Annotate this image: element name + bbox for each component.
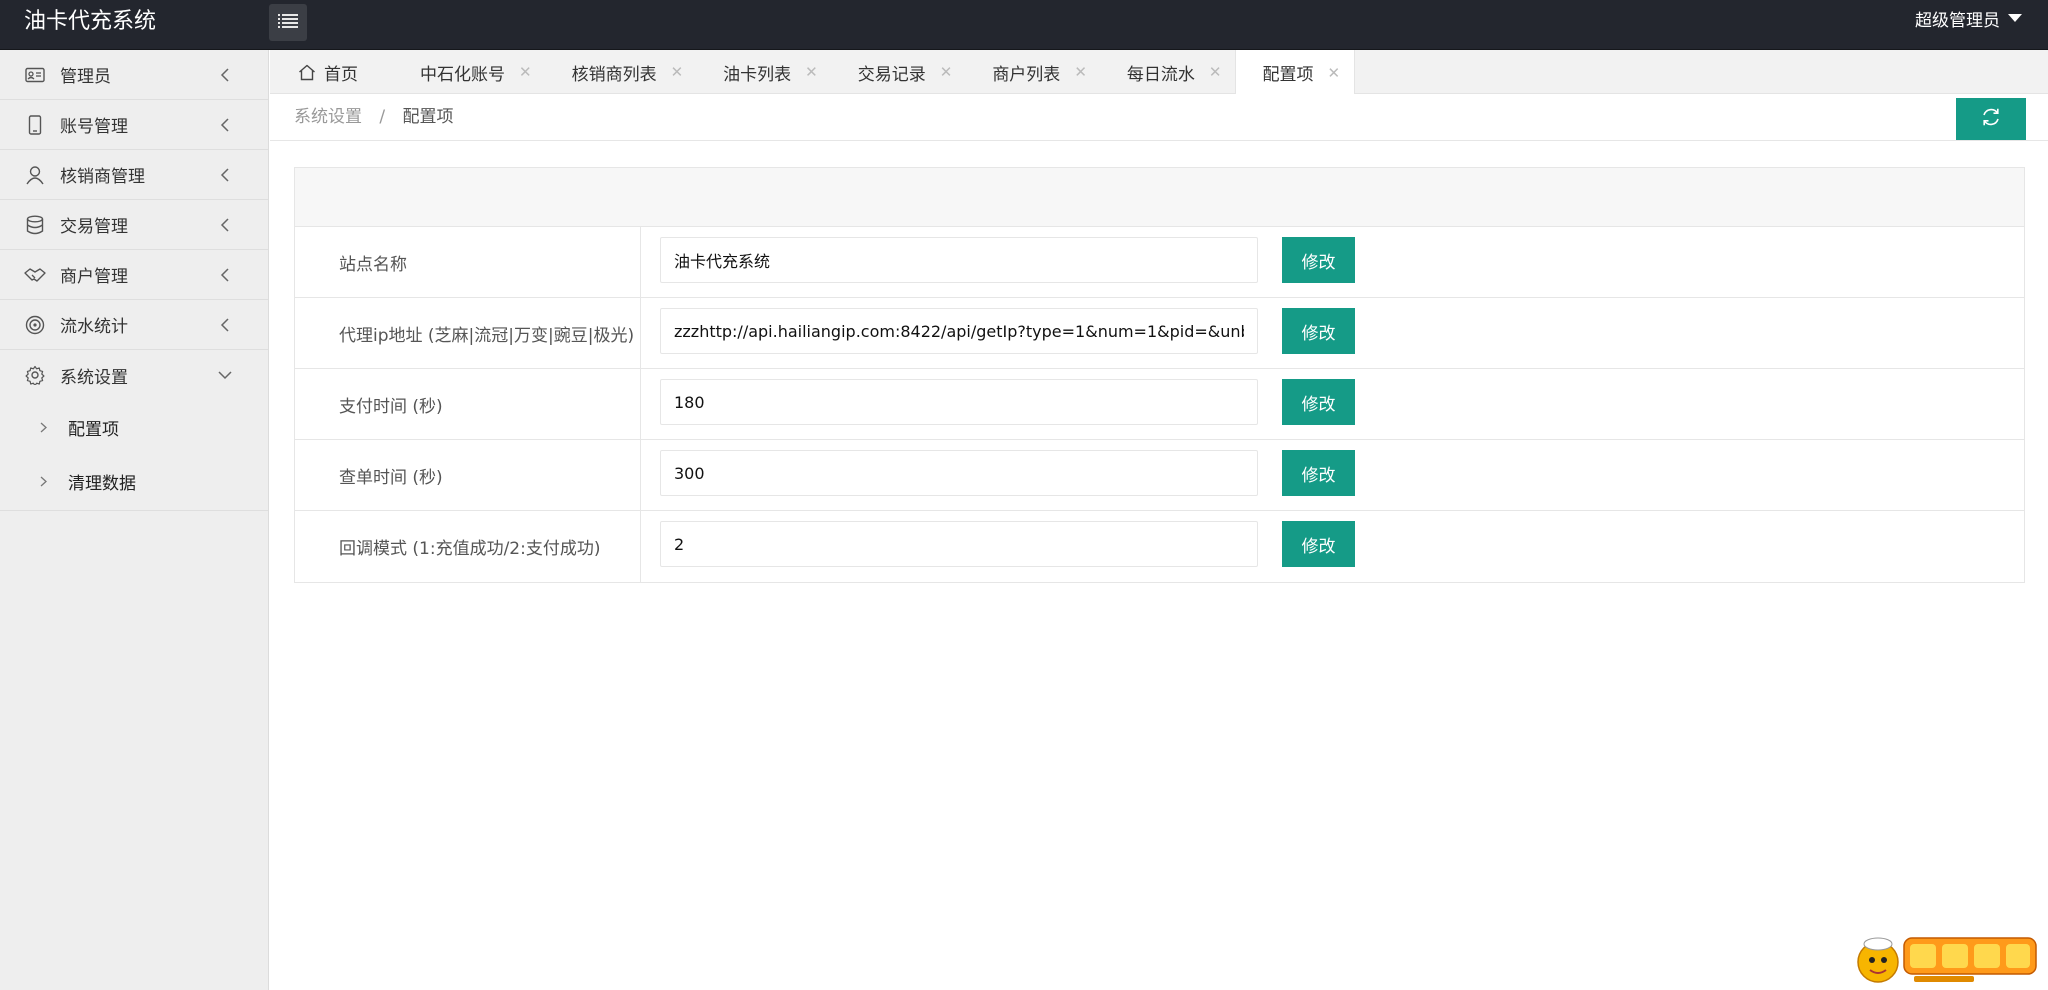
tab-sinopec-accounts[interactable]: 中石化账号 ✕: [394, 50, 546, 94]
menu-toggle-button[interactable]: [269, 4, 307, 41]
tab-fuel-card-list[interactable]: 油卡列表 ✕: [697, 50, 832, 94]
breadcrumb: 系统设置 / 配置项: [294, 94, 454, 141]
gear-icon: [24, 364, 46, 386]
edit-query-time-button[interactable]: 修改: [1282, 450, 1355, 496]
close-icon[interactable]: ✕: [805, 63, 818, 81]
config-label: 查单时间 (秒): [295, 440, 641, 510]
close-icon[interactable]: ✕: [671, 63, 684, 81]
watermark-logo: [1852, 930, 2042, 986]
breadcrumb-parent[interactable]: 系统设置: [294, 107, 362, 127]
sidebar-subitem-label: 配置项: [68, 419, 119, 440]
breadcrumb-current: 配置项: [402, 107, 454, 127]
tab-label: 核销商列表: [571, 64, 657, 85]
close-icon[interactable]: ✕: [1209, 63, 1222, 81]
config-label: 代理ip地址 (芝麻|流冠|万变|豌豆|极光): [295, 298, 641, 368]
config-table: 站点名称 修改 代理ip地址 (芝麻|流冠|万变|豌豆|极光) 修改 支付时间 …: [294, 167, 2025, 583]
sidebar-subitem-label: 清理数据: [68, 473, 136, 494]
chevron-left-icon: [218, 317, 232, 332]
tab-label: 油卡列表: [723, 64, 792, 85]
close-icon[interactable]: ✕: [519, 63, 532, 81]
config-label: 回调模式 (1:充值成功/2:支付成功): [295, 511, 641, 582]
sidebar-subitem-clear-data[interactable]: 清理数据: [0, 454, 268, 508]
tab-label: 交易记录: [857, 64, 926, 85]
config-label: 支付时间 (秒): [295, 369, 641, 439]
tab-home[interactable]: 首页: [270, 50, 394, 94]
phone-icon: [24, 114, 46, 136]
chevron-left-icon: [218, 67, 232, 82]
app-title: 油卡代充系统: [24, 9, 157, 34]
config-table-header: [295, 168, 2024, 227]
site-name-input[interactable]: [660, 237, 1258, 283]
chevron-right-icon: [40, 476, 50, 487]
sidebar-item-admin[interactable]: 管理员: [0, 50, 268, 100]
sidebar-item-label: 商户管理: [60, 267, 128, 287]
sidebar-item-statistics[interactable]: 流水统计: [0, 300, 268, 350]
pay-time-input[interactable]: [660, 379, 1258, 425]
chevron-down-icon: [218, 368, 232, 382]
config-row-callback-mode: 回调模式 (1:充值成功/2:支付成功) 修改: [295, 511, 2024, 582]
tab-label: 每日流水: [1126, 64, 1195, 85]
close-icon[interactable]: ✕: [940, 63, 953, 81]
config-row-query-time: 查单时间 (秒) 修改: [295, 440, 2024, 511]
config-row-proxy-ip: 代理ip地址 (芝麻|流冠|万变|豌豆|极光) 修改: [295, 298, 2024, 369]
settings-submenu: 配置项 清理数据: [0, 400, 268, 511]
handshake-icon: [24, 264, 46, 286]
edit-proxy-ip-button[interactable]: 修改: [1282, 308, 1355, 354]
sidebar-item-accounts[interactable]: 账号管理: [0, 100, 268, 150]
tab-label: 配置项: [1262, 65, 1314, 85]
sidebar-item-label: 系统设置: [60, 367, 128, 388]
callback-mode-input[interactable]: [660, 521, 1258, 567]
tab-label: 中石化账号: [420, 64, 505, 85]
sidebar-item-label: 管理员: [60, 67, 111, 87]
home-icon: [298, 64, 316, 81]
breadcrumb-bar: 系统设置 / 配置项: [270, 94, 2048, 141]
tab-verifier-list[interactable]: 核销商列表 ✕: [546, 50, 698, 94]
sidebar: 管理员 账号管理 核销商管理 交易管理 商户管理 流水统计 系统设置 配置项 清…: [0, 50, 269, 990]
user-menu[interactable]: 超级管理员: [1915, 0, 2022, 42]
edit-pay-time-button[interactable]: 修改: [1282, 379, 1355, 425]
config-row-site-name: 站点名称 修改: [295, 227, 2024, 298]
chevron-left-icon: [218, 217, 232, 232]
sidebar-item-transactions[interactable]: 交易管理: [0, 200, 268, 250]
config-label: 站点名称: [295, 227, 641, 297]
list-icon: [278, 13, 298, 33]
target-icon: [24, 314, 46, 336]
tab-config[interactable]: 配置项 ✕: [1235, 50, 1356, 95]
caret-down-icon: [2008, 14, 2022, 22]
tab-merchant-list[interactable]: 商户列表 ✕: [966, 50, 1101, 94]
sidebar-item-system-settings[interactable]: 系统设置: [0, 350, 268, 400]
chevron-right-icon: [40, 422, 50, 433]
chevron-left-icon: [218, 117, 232, 132]
tab-transaction-records[interactable]: 交易记录 ✕: [832, 50, 967, 94]
chevron-left-icon: [218, 267, 232, 282]
edit-site-name-button[interactable]: 修改: [1282, 237, 1355, 283]
edit-callback-mode-button[interactable]: 修改: [1282, 521, 1355, 567]
chevron-left-icon: [218, 167, 232, 182]
user-name: 超级管理员: [1915, 11, 2000, 31]
close-icon[interactable]: ✕: [1327, 64, 1340, 82]
proxy-ip-input[interactable]: [660, 308, 1258, 354]
tab-daily-flow[interactable]: 每日流水 ✕: [1101, 50, 1236, 94]
sidebar-item-label: 核销商管理: [60, 167, 145, 187]
sidebar-item-merchants[interactable]: 商户管理: [0, 250, 268, 300]
tab-label: 商户列表: [992, 64, 1061, 85]
query-time-input[interactable]: [660, 450, 1258, 496]
sidebar-item-merchant-verifiers[interactable]: 核销商管理: [0, 150, 268, 200]
tab-bar: 首页 中石化账号 ✕ 核销商列表 ✕ 油卡列表 ✕ 交易记录 ✕ 商户列表 ✕ …: [270, 50, 2048, 95]
id-card-icon: [24, 64, 46, 86]
refresh-button[interactable]: [1956, 98, 2026, 140]
user-icon: [24, 164, 46, 186]
database-icon: [24, 214, 46, 236]
sidebar-item-label: 交易管理: [60, 217, 128, 237]
config-row-pay-time: 支付时间 (秒) 修改: [295, 369, 2024, 440]
sidebar-subitem-config[interactable]: 配置项: [0, 400, 268, 454]
tab-label: 首页: [324, 64, 358, 85]
sidebar-item-label: 流水统计: [60, 317, 128, 337]
top-header: 油卡代充系统 超级管理员: [0, 0, 2048, 50]
sidebar-item-label: 账号管理: [60, 117, 128, 137]
close-icon[interactable]: ✕: [1074, 63, 1087, 81]
refresh-icon: [1980, 106, 2002, 132]
breadcrumb-separator: /: [379, 107, 386, 127]
